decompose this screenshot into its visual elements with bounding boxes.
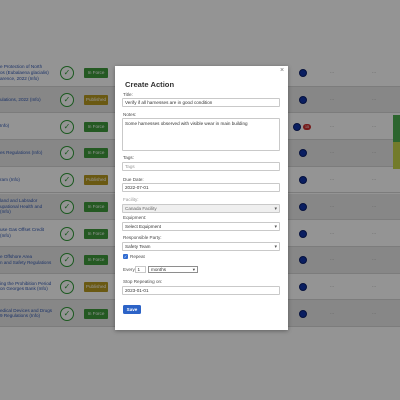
every-label: Every xyxy=(123,267,135,272)
save-button[interactable]: Save xyxy=(123,305,141,314)
modal-title: Create Action xyxy=(125,80,175,89)
notes-label: Notes: xyxy=(123,112,137,117)
tags-label: Tags: xyxy=(123,155,134,160)
responsible-party-select[interactable]: Safety Team xyxy=(122,242,280,251)
tags-input[interactable]: Tags xyxy=(122,162,280,171)
notes-textarea[interactable]: Some harnesses observed with visible wea… xyxy=(122,118,280,151)
title-input[interactable]: Verify if all harnesses are in good cond… xyxy=(122,98,280,107)
facility-label: Facility: xyxy=(123,197,139,202)
stop-repeating-label: Stop Repeating on: xyxy=(123,279,163,284)
every-number-input[interactable]: 1 xyxy=(135,266,146,273)
close-icon[interactable]: × xyxy=(278,67,286,75)
title-label: Title: xyxy=(123,92,133,97)
equipment-label: Equipment: xyxy=(123,215,147,220)
due-date-input[interactable]: 2022-07-01 xyxy=(122,183,280,192)
responsible-party-label: Responsible Party: xyxy=(123,235,162,240)
equipment-select[interactable]: Select Equipment xyxy=(122,222,280,231)
due-date-label: Due Date: xyxy=(123,177,144,182)
repeat-label: Repeat xyxy=(130,254,145,259)
repeat-checkbox[interactable]: ✓ xyxy=(123,254,128,259)
every-unit-select[interactable]: months xyxy=(148,266,198,273)
facility-select: Canada Facility xyxy=(122,204,280,213)
stop-repeating-input[interactable]: 2023-01-01 xyxy=(122,286,280,295)
